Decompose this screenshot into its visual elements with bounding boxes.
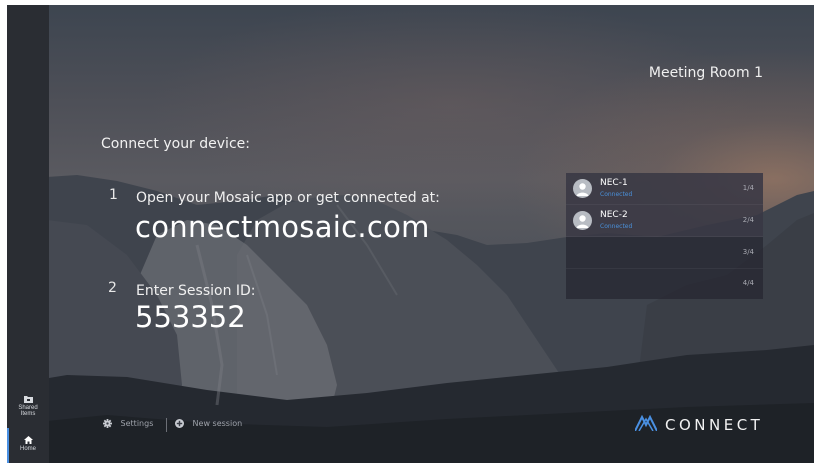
device-status: Connected [600, 223, 633, 230]
gear-icon [103, 419, 112, 428]
device-row[interactable]: NEC-2 Connected 2/4 [566, 205, 763, 237]
new-session-label: New session [192, 419, 243, 428]
device-slot: 1/4 [742, 184, 754, 192]
connect-heading: Connect your device: [101, 136, 250, 152]
plus-circle-icon [175, 419, 184, 428]
avatar [573, 211, 592, 230]
sidebar-item-shared-items[interactable]: Shared Items [7, 395, 49, 417]
device-name: NEC-2 [600, 210, 628, 220]
sidebar-item-home[interactable]: Home [7, 436, 49, 463]
session-id: 553352 [135, 300, 246, 334]
avatar [573, 179, 592, 198]
settings-button[interactable]: Settings [103, 419, 153, 428]
connected-devices-panel: NEC-1 Connected 1/4 NEC-2 Connected 2/4 … [566, 173, 763, 299]
connect-url: connectmosaic.com [135, 210, 430, 244]
device-row[interactable]: NEC-1 Connected 1/4 [566, 173, 763, 205]
device-row-empty: 4/4 [566, 268, 763, 299]
device-name: NEC-1 [600, 178, 628, 188]
settings-label: Settings [120, 419, 154, 428]
device-slot: 3/4 [742, 248, 754, 256]
device-slot: 2/4 [742, 216, 754, 224]
brand-logo: CONNECT [634, 414, 760, 435]
step-number: 2 [108, 280, 117, 296]
user-icon [576, 215, 589, 228]
step1-instruction: Open your Mosaic app or get connected at… [136, 190, 440, 206]
sidebar-item-label: Items [20, 411, 36, 417]
device-slot: 4/4 [742, 279, 754, 287]
home-icon [23, 436, 33, 444]
left-sidebar: Shared Items Home [7, 5, 49, 463]
folder-icon [23, 396, 33, 403]
device-row-empty: 3/4 [566, 237, 763, 269]
device-status: Connected [600, 191, 633, 198]
room-name: Meeting Room 1 [648, 65, 763, 81]
new-session-button[interactable]: New session [175, 419, 242, 428]
step2-instruction: Enter Session ID: [136, 283, 256, 299]
user-icon [576, 183, 589, 196]
app-window: Shared Items Home Meeting Room 1 Connect… [7, 5, 814, 463]
divider [166, 418, 167, 432]
brand-name: CONNECT [665, 416, 764, 434]
step-number: 1 [109, 187, 118, 203]
sidebar-item-label: Home [19, 446, 36, 452]
mosaic-logo-icon [634, 414, 658, 432]
